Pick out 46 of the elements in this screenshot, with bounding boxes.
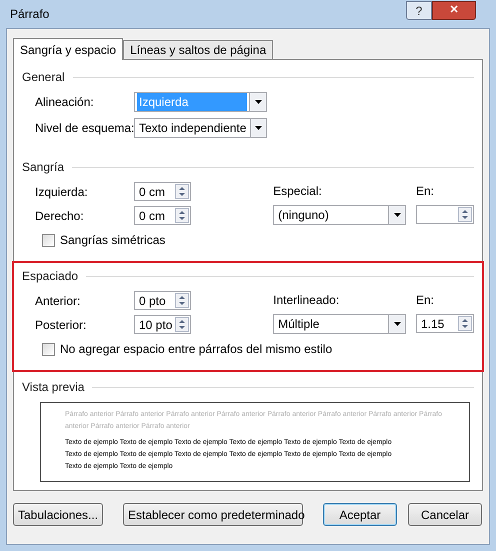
dropdown-arrow-icon	[394, 213, 401, 217]
field-label: Derecho:	[35, 208, 85, 224]
field-label: Alineación:	[35, 94, 95, 111]
spin-arrows-icon[interactable]	[458, 207, 472, 222]
field-label: En:	[416, 292, 436, 309]
field-label: Interlineado:	[273, 292, 340, 309]
checkbox[interactable]	[42, 342, 55, 356]
spin-arrows-icon[interactable]	[458, 316, 472, 331]
dialog-button[interactable]: Cancelar	[408, 503, 482, 526]
field-label: Izquierda:	[35, 184, 89, 200]
section-heading: Vista previa	[22, 379, 84, 396]
checkbox[interactable]	[42, 234, 55, 246]
spinner-field[interactable]: 0 cm	[134, 206, 191, 225]
spinner-field[interactable]: 10 pto	[134, 315, 191, 334]
spinner-field[interactable]	[416, 205, 474, 224]
dropdown-select[interactable]: Múltiple	[273, 314, 406, 334]
spinner-field[interactable]: 0 pto	[134, 291, 191, 310]
help-button[interactable]: ?	[406, 0, 432, 20]
dialog-button[interactable]: Tabulaciones...	[13, 503, 103, 526]
tab[interactable]: Sangría y espacio	[13, 38, 124, 60]
window-title: Párrafo	[10, 6, 50, 23]
section-heading: Sangría	[22, 159, 64, 176]
dropdown-arrow-icon	[394, 322, 401, 326]
spin-arrows-icon[interactable]	[175, 317, 189, 332]
dropdown-arrow-icon	[254, 100, 262, 104]
dropdown-arrow-icon	[255, 126, 262, 130]
checkbox-label: Sangrías simétricas	[60, 232, 166, 249]
section-heading: Espaciado	[22, 268, 78, 285]
dialog-button[interactable]: Aceptar	[323, 503, 397, 526]
spinner-field[interactable]: 1.15	[416, 314, 474, 333]
spin-arrows-icon[interactable]	[175, 208, 189, 223]
spin-arrows-icon[interactable]	[175, 184, 189, 199]
tab[interactable]: Líneas y saltos de página	[123, 40, 274, 59]
close-button[interactable]: ✕	[432, 0, 476, 20]
field-label: Posterior:	[35, 316, 88, 334]
field-label: Especial:	[273, 183, 323, 200]
field-label: Anterior:	[35, 292, 82, 310]
spin-arrows-icon[interactable]	[175, 293, 189, 308]
dropdown-select[interactable]: Texto independiente	[134, 118, 267, 138]
field-label: En:	[416, 183, 436, 200]
dialog-button[interactable]: Establecer como predeterminado	[123, 503, 303, 526]
spinner-field[interactable]: 0 cm	[134, 182, 191, 201]
checkbox-label: No agregar espacio entre párrafos del mismo estilo	[60, 341, 332, 358]
dropdown-select[interactable]: (ninguno)	[273, 205, 406, 225]
field-label: Nivel de esquema:	[35, 120, 134, 137]
section-heading: General	[22, 69, 65, 86]
